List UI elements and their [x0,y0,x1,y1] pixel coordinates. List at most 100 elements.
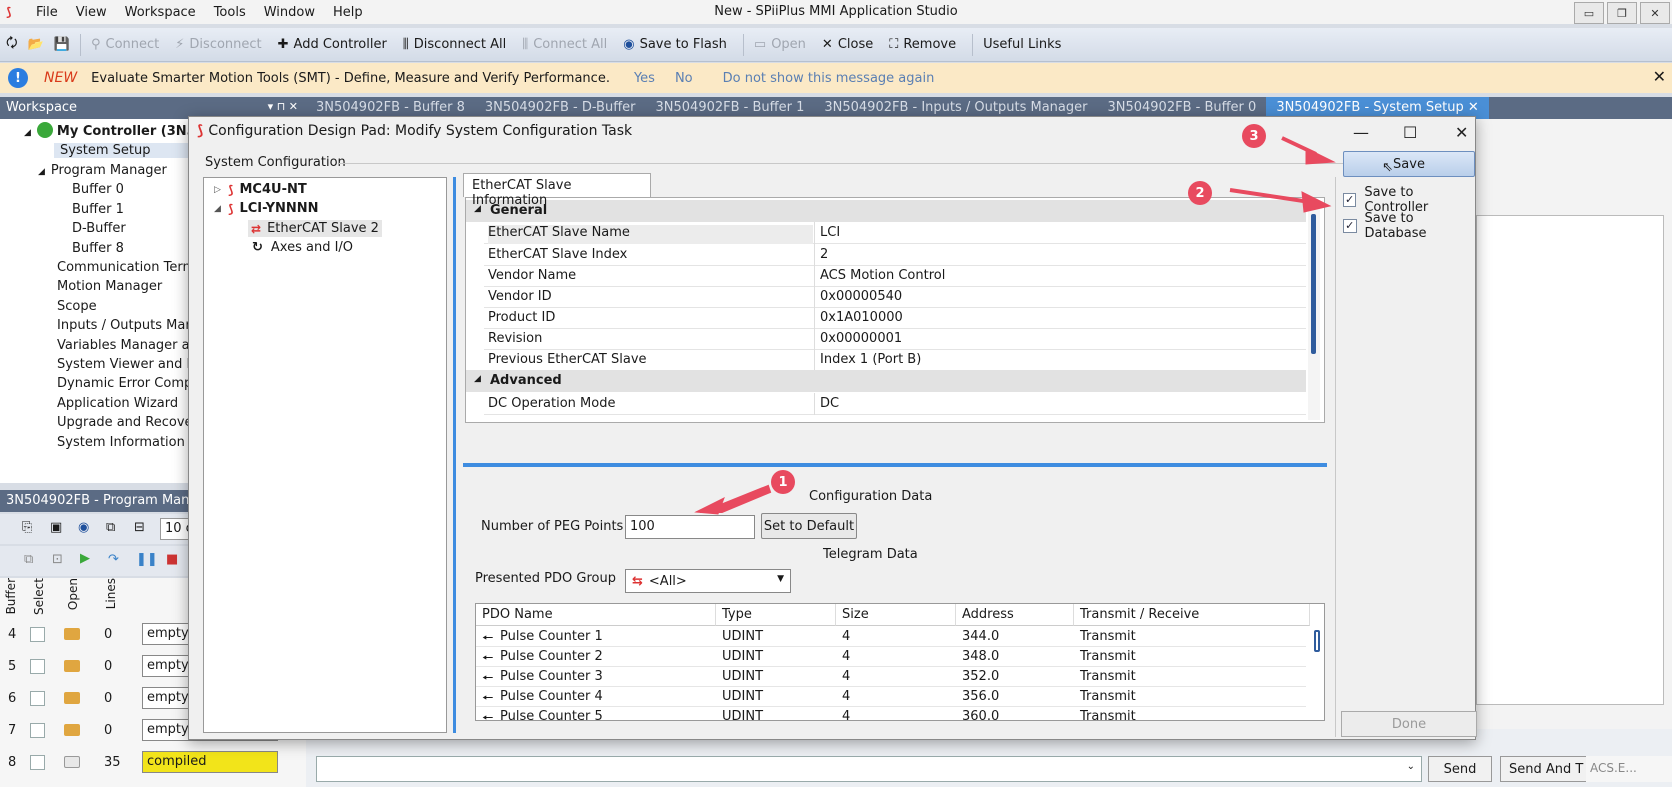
save-button[interactable]: Save ⇖ [1343,151,1475,177]
add-controller-button[interactable]: ✚ Add Controller [278,37,387,52]
pdo-row[interactable]: 🠔 Pulse Counter 5 UDINT 4 360.0 Transmit [476,707,1306,720]
menu-tools[interactable]: Tools [214,5,246,20]
notice-close-icon[interactable]: ✕ [1653,67,1666,86]
property-row[interactable]: EtherCAT Slave Index 2 [484,244,1306,266]
property-row[interactable]: Vendor ID 0x00000540 [484,286,1306,308]
tree-item-application-wizard[interactable]: Application Wizard [57,396,178,411]
toolbar-icon-a[interactable]: 🗘 [6,34,18,56]
save-to-database-checkbox[interactable]: ✓ Save to Database [1343,211,1475,241]
restore-button[interactable]: ❐ [1607,2,1637,24]
pdo-scrollbar[interactable] [1310,626,1324,720]
tree-item-buffer-8[interactable]: Buffer 8 [72,241,124,256]
step-icon[interactable]: ↷ [108,552,119,567]
tree-node-mc4u[interactable]: ▷ ⟆ MC4U-NT [214,182,307,197]
tree-item-variables-manager[interactable]: Variables Manager and [57,338,206,353]
property-row[interactable]: Product ID 0x1A010000 [484,307,1306,329]
remove-button[interactable]: ⛶ Remove [889,37,956,52]
copy-icon[interactable]: ⧉ [106,520,115,535]
send-button[interactable]: Send [1428,756,1492,782]
open-folder-icon[interactable]: 📂 [28,37,44,52]
tree-item-dynamic-error[interactable]: Dynamic Error Compen [57,376,208,391]
section-general[interactable]: ◢ General [466,200,1306,222]
tree-item-motion-manager[interactable]: Motion Manager [57,279,162,294]
peg-points-input[interactable]: 100 [625,515,755,539]
close-window-button[interactable]: ✕ [1640,2,1670,24]
run-icon[interactable]: ▶ [80,551,90,566]
property-row[interactable]: Vendor Name ACS Motion Control [484,265,1306,287]
connect-button[interactable]: ⚲ Connect [91,37,159,52]
set-to-default-button[interactable]: Set to Default [761,513,857,539]
pdo-row[interactable]: 🠔 Pulse Counter 4 UDINT 4 356.0 Transmit [476,687,1306,707]
send-and-button[interactable]: Send And T [1500,756,1590,782]
col-transmit-receive[interactable]: Transmit / Receive [1074,604,1310,626]
tree-item-buffer-0[interactable]: Buffer 0 [72,182,124,197]
notice-no-link[interactable]: No [675,71,693,86]
dialog-maximize-icon[interactable]: ☐ [1403,123,1417,142]
tab-ethercat-slave-information[interactable]: EtherCAT Slave Information [463,173,651,208]
scroll-thumb[interactable] [1314,630,1320,652]
connect-all-button[interactable]: ⫼ Connect All [522,37,607,52]
buffer-select-checkbox[interactable] [30,755,45,770]
section-advanced[interactable]: ◢ Advanced [466,370,1306,392]
open-button[interactable]: ▭ Open [754,37,806,52]
save-to-flash-button[interactable]: ◉ Save to Flash [623,37,727,52]
property-row[interactable]: Previous EtherCAT Slave Index 1 (Port B) [484,349,1306,371]
pdo-row[interactable]: 🠔 Pulse Counter 1 UDINT 4 344.0 Transmit [476,627,1306,647]
tree-item-buffer-1[interactable]: Buffer 1 [72,202,124,217]
tree-item-system-information[interactable]: System Information Vi [57,435,201,450]
open-folder-icon[interactable] [64,756,80,768]
new-icon[interactable]: ⎘ [22,520,32,535]
buffer-select-checkbox[interactable] [30,723,45,738]
stack-icon[interactable]: ⧉ [24,552,33,567]
tree-item-io-manager[interactable]: Inputs / Outputs Mana [57,318,202,333]
folder-icon[interactable] [64,628,80,640]
property-row[interactable]: DC Operation Mode DC [484,393,1306,415]
useful-links-button[interactable]: Useful Links [983,37,1061,52]
tree-node-lci[interactable]: ◢ ⟆ LCI-YNNNN [214,201,319,216]
save-icon[interactable]: ▣ [50,520,62,535]
tree-item-d-buffer[interactable]: D-Buffer [72,221,126,236]
disconnect-button[interactable]: ⚡ Disconnect [175,37,261,52]
menu-workspace[interactable]: Workspace [125,5,196,20]
stop-icon[interactable]: ■ [166,552,178,567]
tree-item-communication-terminal[interactable]: Communication Termin [57,260,207,275]
folder-icon[interactable] [64,724,80,736]
minimize-button[interactable]: ▭ [1574,2,1604,24]
menu-help[interactable]: Help [333,5,363,20]
tree-node-ethercat-slave-2[interactable]: ⇄ EtherCAT Slave 2 [248,220,382,237]
property-row[interactable]: EtherCAT Slave Name LCI [484,222,1306,244]
dialog-minimize-icon[interactable]: — [1353,123,1369,142]
menu-view[interactable]: View [76,5,107,20]
folder-icon[interactable] [64,660,80,672]
tree-item-system-viewer[interactable]: System Viewer and Dia [57,357,208,372]
col-type[interactable]: Type [716,604,836,626]
scroll-thumb[interactable] [1311,214,1316,354]
compare-icon[interactable]: ⊟ [134,520,145,535]
done-button[interactable]: Done [1341,711,1477,737]
menu-file[interactable]: File [36,5,58,20]
pause-icon[interactable]: ❚❚ [136,552,158,567]
notice-yes-link[interactable]: Yes [634,71,655,86]
tree-node-axes-io[interactable]: ↻ Axes and I/O [252,240,353,255]
col-address[interactable]: Address [956,604,1074,626]
horizontal-splitter[interactable] [463,463,1327,467]
flash-icon[interactable]: ◉ [78,520,89,535]
disconnect-all-button[interactable]: ⫼ Disconnect All [403,37,506,52]
buffer-select-checkbox[interactable] [30,691,45,706]
col-pdo-name[interactable]: PDO Name [476,604,716,626]
buffer-select-checkbox[interactable] [30,659,45,674]
dialog-close-icon[interactable]: ✕ [1455,123,1468,142]
controller-node[interactable]: ◢ My Controller (3N5 [24,122,196,139]
close-button[interactable]: ✕ Close [822,37,873,52]
tree-item-scope[interactable]: Scope [57,299,97,314]
compile-icon[interactable]: ⊡ [52,552,63,567]
panel-pin-close-icon[interactable]: ▾ ⊓ ✕ [268,100,298,113]
tree-item-program-manager[interactable]: ◢ Program Manager [38,163,167,178]
command-input[interactable]: ⌄ [316,756,1422,782]
vertical-splitter[interactable] [453,177,456,733]
chevron-down-icon[interactable]: ⌄ [1407,761,1415,772]
col-size[interactable]: Size [836,604,956,626]
save-icon[interactable]: 💾 [54,37,70,52]
folder-icon[interactable] [64,692,80,704]
notice-dont-show-link[interactable]: Do not show this message again [723,71,935,86]
